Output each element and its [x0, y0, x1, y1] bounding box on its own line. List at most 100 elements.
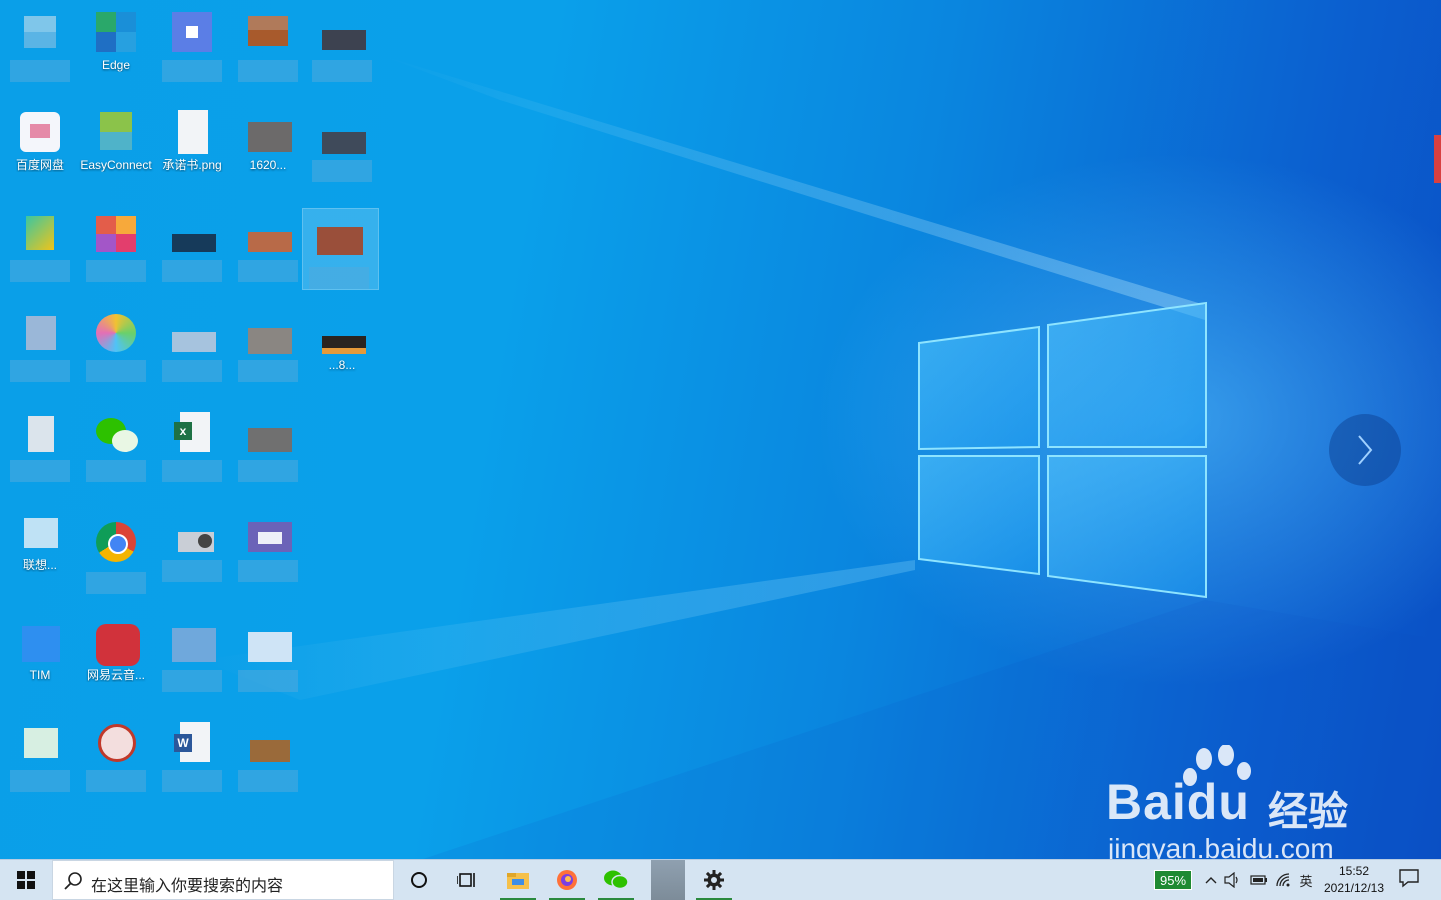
desktop-icon[interactable]	[4, 712, 76, 802]
blurred-label	[238, 360, 298, 382]
pen-tool-icon	[16, 208, 64, 254]
desktop-icon[interactable]	[156, 302, 228, 392]
blurred-label	[238, 260, 298, 282]
desktop-icon-wechat[interactable]	[80, 402, 152, 492]
file-explorer-icon	[507, 873, 529, 889]
network-button[interactable]	[1275, 870, 1293, 890]
desktop-icon-shortcut[interactable]	[4, 202, 76, 292]
desktop-icon[interactable]	[156, 2, 228, 92]
desktop-icon-easyconnect[interactable]: EasyConnect	[80, 102, 152, 192]
desktop-icon-excel-file[interactable]: x	[156, 402, 228, 492]
task-view-button[interactable]	[443, 860, 491, 900]
baidu-netdisk-icon	[16, 108, 64, 154]
blurred-label	[162, 360, 222, 382]
blurred-label	[238, 60, 298, 82]
firefox-icon	[557, 870, 577, 890]
clock-time[interactable]: 15:52	[1320, 864, 1388, 878]
taskbar-search-box[interactable]: 在这里输入你要搜索的内容	[52, 860, 394, 900]
tim-icon	[16, 618, 64, 664]
action-center-button[interactable]	[1398, 868, 1424, 892]
desktop-icon-recycle-bin[interactable]	[4, 402, 76, 492]
desktop-icon[interactable]	[4, 2, 76, 92]
file-explorer-button[interactable]	[494, 860, 542, 900]
chevron-right-icon	[1358, 435, 1373, 465]
input-method-indicator[interactable]: 英	[1297, 870, 1315, 890]
taskbar: 在这里输入你要搜索的内容 95% 英 15:52 2021/12/13	[0, 859, 1441, 900]
desktop-icon-chrome[interactable]	[80, 502, 152, 594]
desktop-icon[interactable]	[80, 302, 152, 392]
desktop-icon[interactable]	[306, 102, 378, 192]
desktop-icon[interactable]	[232, 202, 304, 292]
pixelated-app-icon	[168, 8, 216, 54]
pixelated-image-thumbnail	[318, 308, 366, 354]
desktop-icon-camera[interactable]	[156, 502, 228, 592]
word-file-icon: W	[168, 718, 216, 764]
blurred-label	[10, 60, 70, 82]
desktop-icon-tim[interactable]: TIM	[4, 612, 76, 702]
start-button[interactable]	[0, 860, 52, 900]
blurred-label	[312, 160, 372, 182]
icon-label: 网易云音...	[86, 668, 145, 682]
blurred-label	[238, 670, 298, 692]
pixelated-app-icon	[16, 508, 64, 554]
chevron-up-icon	[1205, 877, 1217, 884]
desktop-icon[interactable]	[80, 202, 152, 292]
jingyan-text: 经验	[1268, 789, 1348, 835]
blurred-label	[162, 560, 222, 582]
desktop-icon-shortcut[interactable]	[4, 302, 76, 392]
desktop-icon[interactable]	[232, 712, 304, 802]
blurred-label	[86, 770, 146, 792]
pixelated-image-thumbnail	[168, 308, 216, 354]
pixelated-image-thumbnail	[244, 308, 292, 354]
desktop-icon-png-file[interactable]: 承诺书.png	[156, 102, 228, 192]
battery-icon	[1250, 875, 1267, 885]
pixelated-image-thumbnail	[318, 108, 366, 154]
desktop-icon[interactable]: 1620...	[232, 102, 304, 192]
battery-percent-badge[interactable]: 95%	[1154, 870, 1192, 890]
blurred-label	[238, 560, 298, 582]
desktop-icon[interactable]	[306, 2, 378, 92]
blurred-label	[86, 360, 146, 382]
blurred-label	[162, 260, 222, 282]
desktop-icon[interactable]	[232, 402, 304, 492]
blurred-label	[309, 267, 369, 289]
edge-notification-strip	[1434, 135, 1441, 183]
blurred-label	[162, 460, 222, 482]
desktop-icon[interactable]	[232, 302, 304, 392]
desktop-icon[interactable]	[232, 502, 304, 592]
battery-button[interactable]	[1250, 870, 1268, 890]
desktop-icon[interactable]	[232, 2, 304, 92]
search-icon	[64, 872, 82, 890]
cortana-button[interactable]	[395, 860, 443, 900]
desktop-icon-word-file[interactable]: W	[156, 712, 228, 802]
desktop-icon[interactable]	[156, 202, 228, 292]
desktop-icon-edge[interactable]: Edge	[80, 2, 152, 92]
desktop-icon-netease-music[interactable]: 网易云音...	[80, 612, 152, 702]
wechat-button[interactable]	[592, 860, 640, 900]
icon-label: ...8...	[328, 358, 356, 372]
desktop-icon-baidu-netdisk[interactable]: 百度网盘	[4, 102, 76, 192]
pixelated-image-thumbnail	[168, 618, 216, 664]
desktop-icon-selected[interactable]	[302, 208, 379, 290]
desktop-icon[interactable]	[156, 612, 228, 702]
blurred-label	[86, 572, 146, 594]
settings-button[interactable]	[690, 860, 738, 900]
wechat-icon	[92, 408, 140, 454]
show-hidden-icons-button[interactable]	[1202, 870, 1220, 890]
clock-date[interactable]: 2021/12/13	[1316, 881, 1392, 895]
firefox-button[interactable]	[543, 860, 591, 900]
blurred-label	[10, 460, 70, 482]
pixelated-image-thumbnail	[244, 108, 292, 154]
volume-button[interactable]	[1224, 870, 1242, 890]
camera-icon	[168, 508, 216, 554]
blurred-label	[86, 460, 146, 482]
desktop-icon[interactable]: ...8...	[306, 302, 378, 392]
pixelated-app-icon	[16, 8, 64, 54]
desktop-icon-lenovo[interactable]: 联想...	[4, 502, 76, 592]
desktop-icon[interactable]	[80, 712, 152, 802]
app-button[interactable]	[645, 860, 691, 900]
next-arrow-button[interactable]	[1329, 414, 1401, 486]
blurred-label	[86, 260, 146, 282]
desktop-icon[interactable]	[232, 612, 304, 702]
pixelated-image-thumbnail	[318, 8, 366, 54]
